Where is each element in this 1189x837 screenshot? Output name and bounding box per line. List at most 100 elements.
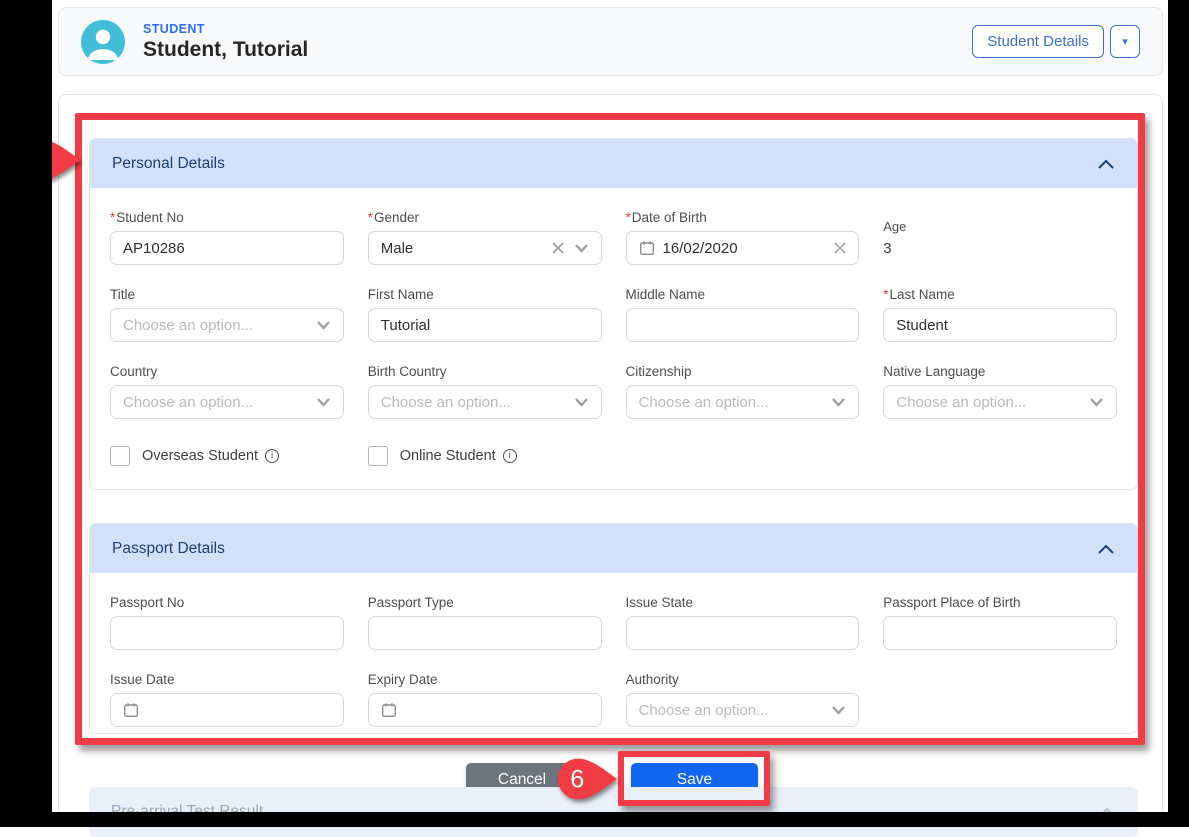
- passport-details-section: Passport Details Passport No Passport Ty…: [89, 523, 1138, 734]
- last-name-label: Last Name: [890, 287, 955, 302]
- expiry-date-datepicker[interactable]: [368, 693, 602, 727]
- passport-place-of-birth-input[interactable]: [883, 616, 1117, 650]
- dob-field: *Date of Birth 16/02/2020: [626, 210, 860, 265]
- calendar-icon[interactable]: [381, 702, 397, 718]
- birth-country-select[interactable]: Choose an option...: [368, 385, 602, 419]
- passport-no-input[interactable]: [110, 616, 344, 650]
- authority-select[interactable]: Choose an option...: [626, 693, 860, 727]
- clear-icon[interactable]: [834, 242, 846, 254]
- chevron-down-icon[interactable]: [1089, 397, 1104, 407]
- birth-country-label: Birth Country: [368, 364, 602, 379]
- country-select[interactable]: Choose an option...: [110, 385, 344, 419]
- student-details-dropdown-button[interactable]: ▾: [1110, 25, 1140, 58]
- title-select[interactable]: Choose an option...: [110, 308, 344, 342]
- country-label: Country: [110, 364, 344, 379]
- page-title: Student, Tutorial: [143, 38, 308, 62]
- dob-datepicker[interactable]: 16/02/2020: [626, 231, 860, 265]
- issue-state-label: Issue State: [626, 595, 860, 610]
- online-student-label: Online Student: [400, 448, 496, 464]
- age-field: Age 3: [883, 219, 1117, 265]
- issue-date-label: Issue Date: [110, 672, 344, 687]
- online-student-checkbox[interactable]: [368, 446, 388, 466]
- age-label: Age: [883, 219, 1117, 234]
- middle-name-input[interactable]: [626, 308, 860, 342]
- passport-type-field: Passport Type: [368, 595, 602, 650]
- info-icon[interactable]: i: [503, 449, 517, 463]
- native-language-label: Native Language: [883, 364, 1117, 379]
- collapse-chevron-up-icon[interactable]: [1097, 543, 1115, 555]
- title-label: Title: [110, 287, 344, 302]
- student-avatar-icon: [81, 20, 125, 64]
- citizenship-select[interactable]: Choose an option...: [626, 385, 860, 419]
- dob-label: Date of Birth: [632, 210, 707, 225]
- overseas-student-checkbox[interactable]: [110, 446, 130, 466]
- passport-type-label: Passport Type: [368, 595, 602, 610]
- birth-country-field: Birth Country Choose an option...: [368, 364, 602, 419]
- letterbox-bottom: [0, 812, 1189, 827]
- chevron-down-icon[interactable]: [574, 243, 589, 253]
- title-field: Title Choose an option...: [110, 287, 344, 342]
- gender-label: Gender: [374, 210, 419, 225]
- student-details-button[interactable]: Student Details: [972, 25, 1104, 58]
- last-name-input[interactable]: [883, 308, 1117, 342]
- middle-name-field: Middle Name: [626, 287, 860, 342]
- first-name-label: First Name: [368, 287, 602, 302]
- entity-type-label: STUDENT: [143, 22, 308, 36]
- personal-details-header[interactable]: Personal Details: [90, 139, 1137, 188]
- issue-state-input[interactable]: [626, 616, 860, 650]
- info-icon[interactable]: i: [265, 449, 279, 463]
- personal-details-section: Personal Details *Student No *Gender Mal…: [89, 138, 1138, 490]
- passport-details-title: Passport Details: [112, 540, 225, 558]
- letterbox-left: [0, 0, 52, 827]
- expiry-date-field: Expiry Date: [368, 672, 602, 727]
- native-language-select[interactable]: Choose an option...: [883, 385, 1117, 419]
- middle-name-label: Middle Name: [626, 287, 860, 302]
- authority-label: Authority: [626, 672, 860, 687]
- passport-no-field: Passport No: [110, 595, 344, 650]
- chevron-down-icon[interactable]: [831, 705, 846, 715]
- required-marker: *: [368, 210, 373, 225]
- caret-down-icon: ▾: [1122, 36, 1128, 48]
- collapse-chevron-up-icon[interactable]: [1097, 158, 1115, 170]
- chevron-down-icon[interactable]: [316, 320, 331, 330]
- overseas-student-label: Overseas Student: [142, 448, 258, 464]
- issue-date-datepicker[interactable]: [110, 693, 344, 727]
- student-no-label: Student No: [116, 210, 184, 225]
- overseas-student-field: Overseas Student i: [110, 446, 344, 466]
- required-marker: *: [883, 287, 888, 302]
- first-name-input[interactable]: [368, 308, 602, 342]
- chevron-down-icon[interactable]: [574, 397, 589, 407]
- title-placeholder: Choose an option...: [123, 317, 253, 334]
- student-no-input[interactable]: [110, 231, 344, 265]
- chevron-down-icon[interactable]: [316, 397, 331, 407]
- student-form-card: Personal Details *Student No *Gender Mal…: [58, 94, 1163, 827]
- passport-place-of-birth-field: Passport Place of Birth: [883, 595, 1117, 650]
- last-name-field: *Last Name: [883, 287, 1117, 342]
- age-value: 3: [883, 240, 1117, 257]
- issue-state-field: Issue State: [626, 595, 860, 650]
- chevron-down-icon[interactable]: [831, 397, 846, 407]
- student-no-field: *Student No: [110, 210, 344, 265]
- citizenship-field: Citizenship Choose an option...: [626, 364, 860, 419]
- gender-value: Male: [381, 240, 414, 257]
- student-header: STUDENT Student, Tutorial Student Detail…: [58, 7, 1163, 76]
- online-student-field: Online Student i: [368, 446, 602, 466]
- passport-place-of-birth-label: Passport Place of Birth: [883, 595, 1117, 610]
- required-marker: *: [626, 210, 631, 225]
- passport-type-input[interactable]: [368, 616, 602, 650]
- letterbox-right: [1168, 0, 1189, 827]
- citizenship-label: Citizenship: [626, 364, 860, 379]
- calendar-icon[interactable]: [123, 702, 139, 718]
- gender-field: *Gender Male: [368, 210, 602, 265]
- native-language-field: Native Language Choose an option...: [883, 364, 1117, 419]
- expiry-date-label: Expiry Date: [368, 672, 602, 687]
- dob-value: 16/02/2020: [663, 240, 738, 257]
- calendar-icon[interactable]: [639, 240, 655, 256]
- passport-no-label: Passport No: [110, 595, 344, 610]
- issue-date-field: Issue Date: [110, 672, 344, 727]
- required-marker: *: [110, 210, 115, 225]
- clear-icon[interactable]: [552, 242, 564, 254]
- gender-select[interactable]: Male: [368, 231, 602, 265]
- first-name-field: First Name: [368, 287, 602, 342]
- passport-details-header[interactable]: Passport Details: [90, 524, 1137, 573]
